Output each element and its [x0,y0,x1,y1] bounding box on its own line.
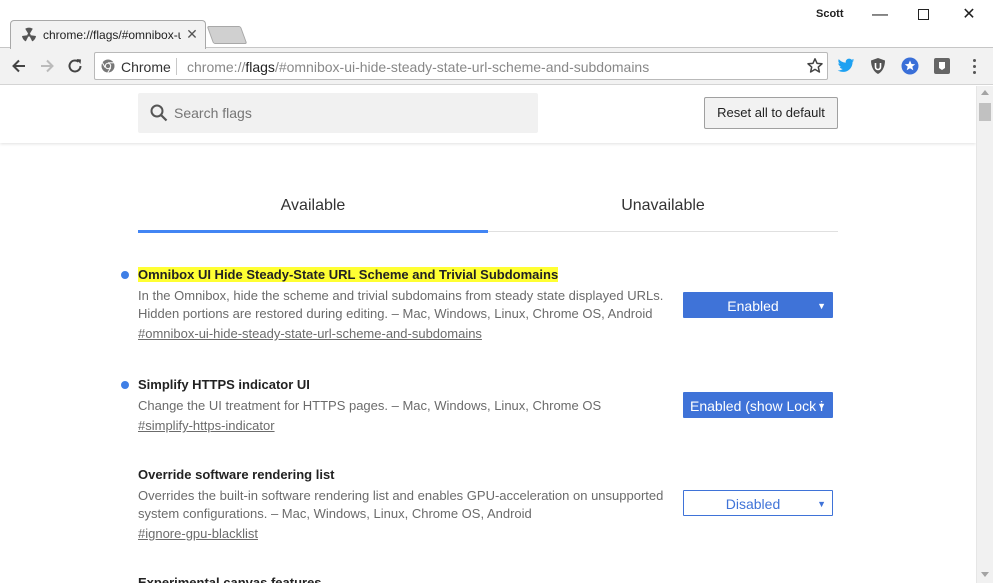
menu-dot-icon [972,64,976,68]
new-tab-button[interactable] [206,26,248,44]
tab-close-icon[interactable]: ✕ [185,26,199,42]
flag-state-select[interactable]: Enabled (show Lock i ▼ [683,392,833,418]
chrome-menu-button[interactable] [964,56,984,76]
dropdown-caret-icon: ▼ [817,301,826,311]
chrome-logo-icon [101,59,115,73]
select-value: Disabled [725,496,781,512]
flag-state-select[interactable]: Enabled ▼ [683,292,833,318]
dropdown-caret-icon: ▼ [817,401,826,411]
flags-tabs: Available Unavailable [138,186,838,233]
search-input[interactable] [174,101,514,125]
search-box[interactable] [138,93,538,133]
tab-title: chrome://flags/#omnibox-ui-hide-steady-s… [43,28,181,42]
minimize-button[interactable]: — [865,4,895,26]
chip-divider [176,58,177,75]
twitter-extension-button[interactable] [836,56,856,76]
flag-permalink[interactable]: #omnibox-ui-hide-steady-state-url-scheme… [138,325,838,343]
star-extension-icon [901,57,919,75]
back-button[interactable] [8,55,30,77]
title-bar: chrome://flags/#omnibox-ui-hide-steady-s… [0,0,993,49]
close-window-button[interactable]: ✕ [954,4,984,26]
flag-permalink[interactable]: #ignore-gpu-blacklist [138,525,838,543]
pocket-icon [934,58,950,74]
menu-dot-icon [972,58,976,62]
flag-description: Overrides the built-in software renderin… [138,488,664,521]
maximize-icon [917,9,929,21]
flag-description: Change the UI treatment for HTTPS pages.… [138,398,602,413]
flag-title: Experimental canvas features [138,575,322,583]
tab-available[interactable]: Available [138,186,488,233]
flag-experimental-canvas: Experimental canvas features [138,574,838,583]
browser-toolbar: Chrome chrome://flags/#omnibox-ui-hide-s… [0,48,993,85]
dropdown-caret-icon: ▼ [817,499,826,509]
flag-state-select[interactable]: Disabled ▼ [683,490,833,516]
flag-omnibox-hide-scheme: Omnibox UI Hide Steady-State URL Scheme … [121,266,838,343]
profile-name[interactable]: Scott [816,8,844,20]
flag-ignore-gpu-blacklist: Override software rendering list Overrid… [138,466,838,543]
menu-dot-icon [972,70,976,74]
page-scrollbar[interactable] [976,86,993,583]
flags-radiation-icon [22,27,36,42]
url-host: flags [245,59,275,75]
scroll-up-arrow-icon[interactable] [981,90,989,95]
url-scheme: chrome:// [187,59,246,75]
flag-simplify-https: Simplify HTTPS indicator UI Change the U… [121,376,838,435]
maximize-button[interactable] [908,4,938,26]
bookmark-star-icon[interactable] [806,57,824,75]
pocket-extension-button[interactable] [932,56,952,76]
arrow-left-icon [12,59,25,73]
flag-permalink[interactable]: #simplify-https-indicator [138,417,838,435]
arrow-right-icon [41,59,54,73]
flags-header: Reset all to default [0,86,976,143]
flag-title-highlight: Omnibox UI Hide Steady-State URL Scheme … [138,267,559,282]
reset-all-button[interactable]: Reset all to default [704,97,838,129]
select-value: Enabled [727,298,779,314]
forward-button[interactable] [36,55,58,77]
select-value: Enabled (show Lock i [690,398,824,414]
browser-tab[interactable]: chrome://flags/#omnibox-ui-hide-steady-s… [10,20,206,49]
ublock-shield-icon [871,58,885,74]
modified-indicator [121,271,129,279]
flags-page: Reset all to default Available Unavailab… [0,86,976,583]
tab-unavailable[interactable]: Unavailable [488,186,838,232]
search-icon [150,104,168,122]
url-text[interactable]: chrome://flags/#omnibox-ui-hide-steady-s… [187,59,649,75]
twitter-icon [837,58,855,72]
url-path: /#omnibox-ui-hide-steady-state-url-schem… [274,59,650,75]
flag-title: Omnibox UI Hide Steady-State URL Scheme … [138,266,838,284]
ublock-extension-button[interactable] [868,56,888,76]
flag-description: In the Omnibox, hide the scheme and triv… [138,288,664,321]
scroll-down-arrow-icon[interactable] [981,572,989,577]
security-chip-label[interactable]: Chrome [121,59,171,75]
flag-title: Override software rendering list [138,467,335,482]
scroll-thumb[interactable] [979,103,991,121]
address-bar[interactable]: Chrome chrome://flags/#omnibox-ui-hide-s… [94,52,828,80]
star-extension-button[interactable] [900,56,920,76]
reload-icon [68,59,82,73]
modified-indicator [121,381,129,389]
reload-button[interactable] [64,55,86,77]
